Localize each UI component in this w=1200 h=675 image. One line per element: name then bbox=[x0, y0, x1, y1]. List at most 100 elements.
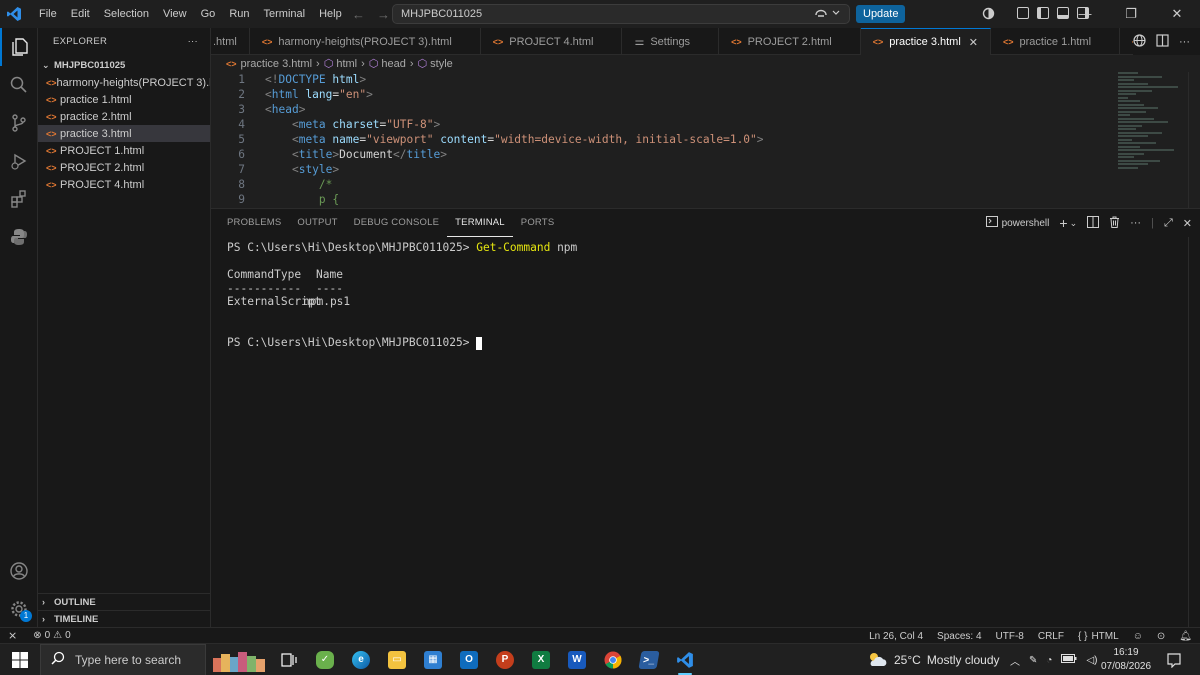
command-center-search[interactable]: MHJPBC011025 bbox=[392, 4, 850, 24]
chrome-icon[interactable] bbox=[598, 644, 628, 675]
editor-tab[interactable]: <> harmony-heights(PROJECT 3).html bbox=[250, 28, 481, 55]
workspace-folder[interactable]: ⌄ MHJPBC011025 bbox=[38, 56, 210, 74]
breadcrumb-style[interactable]: style bbox=[430, 58, 453, 70]
update-button[interactable]: Update bbox=[856, 5, 906, 23]
menu-terminal[interactable]: Terminal bbox=[257, 0, 313, 28]
back-arrow-icon[interactable]: ← bbox=[352, 7, 365, 22]
breadcrumb-file[interactable]: practice 3.html bbox=[241, 58, 313, 70]
more-actions-icon[interactable]: ··· bbox=[1130, 217, 1141, 229]
split-terminal-icon[interactable] bbox=[1087, 215, 1100, 231]
file-item[interactable]: <> practice 3.html bbox=[38, 125, 210, 142]
weather-widget[interactable]: 25°C Mostly cloudy bbox=[866, 644, 1000, 675]
network-wifi-icon[interactable]: ◔ bbox=[1046, 655, 1052, 666]
editor-tab[interactable]: <> PROJECT 4.html bbox=[481, 28, 623, 55]
close-panel-icon[interactable]: ✕ bbox=[1183, 217, 1192, 230]
manage-gear-icon[interactable]: 1 bbox=[0, 590, 38, 628]
minimap[interactable] bbox=[1118, 72, 1188, 182]
close-window-icon[interactable]: ✕ bbox=[1154, 0, 1200, 28]
accounts-shield-icon[interactable] bbox=[982, 7, 995, 23]
maximize-panel-icon[interactable]: ⤢ bbox=[1164, 217, 1173, 230]
excel-icon[interactable]: X bbox=[526, 644, 556, 675]
microsoft-store-icon[interactable]: ▦ bbox=[418, 644, 448, 675]
breadcrumb-html[interactable]: html bbox=[336, 58, 357, 70]
remote-icon[interactable]: ⨯ bbox=[8, 629, 17, 642]
breadcrumb-head[interactable]: head bbox=[381, 58, 405, 70]
menu-view[interactable]: View bbox=[156, 0, 194, 28]
green-app-icon[interactable]: ✓ bbox=[310, 644, 340, 675]
menu-run[interactable]: Run bbox=[222, 0, 256, 28]
timeline-section[interactable]: › TIMELINE bbox=[38, 610, 211, 627]
language-mode[interactable]: { } HTML bbox=[1078, 631, 1119, 642]
search-icon[interactable] bbox=[0, 66, 38, 104]
copilot-icon[interactable] bbox=[814, 6, 840, 23]
file-item[interactable]: <> practice 2.html bbox=[38, 108, 210, 125]
windows-start-icon[interactable] bbox=[0, 644, 40, 675]
tab-terminal[interactable]: TERMINAL bbox=[447, 209, 513, 237]
touch-keyboard-icon[interactable]: ✎ bbox=[1029, 655, 1037, 666]
tray-chevron-up-icon[interactable]: ︿ bbox=[1010, 653, 1020, 668]
editor-tab[interactable]: ⚌ Settings bbox=[622, 28, 720, 55]
broadcast-icon[interactable]: ⊙ bbox=[1157, 631, 1165, 642]
notifications-bell-icon[interactable]: 🔔︎ bbox=[1179, 631, 1192, 642]
explorer-icon[interactable] bbox=[0, 28, 38, 66]
file-item[interactable]: <> harmony-heights(PROJECT 3).h... bbox=[38, 74, 210, 91]
editor-tab[interactable]: .html bbox=[211, 28, 250, 55]
tab-ports[interactable]: PORTS bbox=[513, 209, 563, 237]
battery-icon[interactable] bbox=[1061, 654, 1077, 666]
notification-center-icon[interactable] bbox=[1166, 652, 1182, 671]
new-terminal-icon[interactable]: + bbox=[1059, 215, 1067, 231]
word-icon[interactable]: W bbox=[562, 644, 592, 675]
terminal-dropdown-icon[interactable]: ⌄ bbox=[1070, 218, 1078, 229]
editor-scrollbar[interactable] bbox=[1188, 72, 1200, 208]
system-clock[interactable]: 16:19 07/08/2026 bbox=[1098, 646, 1154, 674]
vscode-taskbar-icon[interactable] bbox=[670, 644, 700, 675]
powershell-icon[interactable]: >_ bbox=[634, 644, 664, 675]
terminal-scrollbar[interactable] bbox=[1188, 237, 1200, 628]
copilot-status-icon[interactable]: ☺ bbox=[1133, 631, 1143, 642]
python-icon[interactable] bbox=[0, 218, 38, 256]
editor-tab[interactable]: <> practice 1.html bbox=[991, 28, 1121, 55]
file-item[interactable]: <> PROJECT 4.html bbox=[38, 176, 210, 193]
code-editor[interactable]: 1 <!DOCTYPE html> 2 <html lang="en"> 3 <head>… bbox=[211, 72, 1111, 208]
extensions-icon[interactable] bbox=[0, 180, 38, 218]
powerpoint-icon[interactable]: P bbox=[490, 644, 520, 675]
cursor-position[interactable]: Ln 26, Col 4 bbox=[869, 631, 923, 642]
tab-debug-console[interactable]: DEBUG CONSOLE bbox=[346, 209, 447, 237]
tab-output[interactable]: OUTPUT bbox=[289, 209, 345, 237]
taskbar-search[interactable]: Type here to search bbox=[40, 643, 206, 675]
forward-arrow-icon[interactable]: → bbox=[377, 7, 390, 22]
line-endings[interactable]: CRLF bbox=[1038, 631, 1064, 642]
tab-problems[interactable]: PROBLEMS bbox=[219, 209, 289, 237]
close-tab-icon[interactable]: ✕ bbox=[969, 36, 978, 49]
edge-browser-icon[interactable]: e bbox=[346, 644, 376, 675]
more-actions-icon[interactable]: ··· bbox=[1179, 36, 1190, 48]
problems-indicator[interactable]: ⊗ 0 ⚠ 0 bbox=[33, 630, 70, 641]
task-view-icon[interactable] bbox=[274, 644, 304, 675]
file-item[interactable]: <> PROJECT 2.html bbox=[38, 159, 210, 176]
run-debug-icon[interactable] bbox=[0, 142, 38, 180]
trash-icon[interactable] bbox=[1109, 216, 1120, 231]
shell-name[interactable]: powershell bbox=[1002, 218, 1050, 229]
file-explorer-icon[interactable]: ▭ bbox=[382, 644, 412, 675]
volume-icon[interactable]: ◁) bbox=[1086, 655, 1097, 666]
indentation[interactable]: Spaces: 4 bbox=[937, 631, 981, 642]
terminal-output[interactable]: PS C:\Users\Hi\Desktop\MHJPBC011025> Get… bbox=[227, 241, 1187, 350]
file-item[interactable]: <> practice 1.html bbox=[38, 91, 210, 108]
toggle-primary-sidebar-icon[interactable] bbox=[1017, 7, 1029, 19]
menu-edit[interactable]: Edit bbox=[64, 0, 97, 28]
outline-section[interactable]: › OUTLINE bbox=[38, 593, 211, 610]
outlook-icon[interactable]: O bbox=[454, 644, 484, 675]
menu-selection[interactable]: Selection bbox=[97, 0, 156, 28]
menu-go[interactable]: Go bbox=[194, 0, 223, 28]
menu-help[interactable]: Help bbox=[312, 0, 349, 28]
toggle-sidebar-left-icon[interactable] bbox=[1037, 7, 1049, 19]
explorer-more-icon[interactable]: ··· bbox=[188, 36, 198, 47]
split-editor-icon[interactable] bbox=[1156, 33, 1169, 50]
account-icon[interactable] bbox=[0, 552, 38, 590]
file-item[interactable]: <> PROJECT 1.html bbox=[38, 142, 210, 159]
editor-tab[interactable]: <> practice 3.html ✕ bbox=[860, 28, 991, 55]
encoding[interactable]: UTF-8 bbox=[996, 631, 1024, 642]
minimize-icon[interactable]: — bbox=[1062, 0, 1108, 28]
editor-tab[interactable]: <> PROJECT 2.html bbox=[719, 28, 861, 55]
search-highlight-town-icon[interactable] bbox=[210, 644, 268, 675]
